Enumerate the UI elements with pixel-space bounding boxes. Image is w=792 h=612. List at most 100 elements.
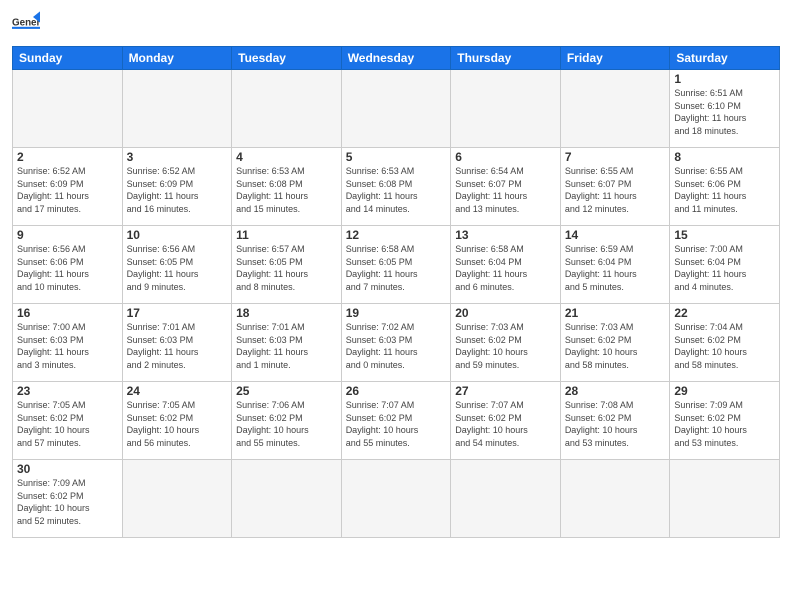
- day-info: Sunrise: 6:56 AM Sunset: 6:05 PM Dayligh…: [127, 243, 228, 293]
- day-number: 29: [674, 384, 775, 398]
- day-number: 11: [236, 228, 337, 242]
- day-info: Sunrise: 6:55 AM Sunset: 6:06 PM Dayligh…: [674, 165, 775, 215]
- day-info: Sunrise: 7:07 AM Sunset: 6:02 PM Dayligh…: [455, 399, 556, 449]
- day-number: 24: [127, 384, 228, 398]
- day-info: Sunrise: 7:00 AM Sunset: 6:03 PM Dayligh…: [17, 321, 118, 371]
- page: General SundayMondayTuesdayWednesdayThur…: [0, 0, 792, 612]
- day-number: 18: [236, 306, 337, 320]
- calendar-week-row: 30Sunrise: 7:09 AM Sunset: 6:02 PM Dayli…: [13, 460, 780, 538]
- calendar-cell: 18Sunrise: 7:01 AM Sunset: 6:03 PM Dayli…: [232, 304, 342, 382]
- day-info: Sunrise: 6:51 AM Sunset: 6:10 PM Dayligh…: [674, 87, 775, 137]
- day-info: Sunrise: 6:57 AM Sunset: 6:05 PM Dayligh…: [236, 243, 337, 293]
- day-info: Sunrise: 7:01 AM Sunset: 6:03 PM Dayligh…: [127, 321, 228, 371]
- calendar-cell: [122, 460, 232, 538]
- day-number: 6: [455, 150, 556, 164]
- calendar-cell: 27Sunrise: 7:07 AM Sunset: 6:02 PM Dayli…: [451, 382, 561, 460]
- day-info: Sunrise: 7:05 AM Sunset: 6:02 PM Dayligh…: [17, 399, 118, 449]
- day-number: 19: [346, 306, 447, 320]
- day-info: Sunrise: 7:03 AM Sunset: 6:02 PM Dayligh…: [565, 321, 666, 371]
- day-info: Sunrise: 7:09 AM Sunset: 6:02 PM Dayligh…: [17, 477, 118, 527]
- calendar-cell: 23Sunrise: 7:05 AM Sunset: 6:02 PM Dayli…: [13, 382, 123, 460]
- calendar-cell: 17Sunrise: 7:01 AM Sunset: 6:03 PM Dayli…: [122, 304, 232, 382]
- day-info: Sunrise: 7:04 AM Sunset: 6:02 PM Dayligh…: [674, 321, 775, 371]
- calendar-cell: 15Sunrise: 7:00 AM Sunset: 6:04 PM Dayli…: [670, 226, 780, 304]
- calendar-cell: 1Sunrise: 6:51 AM Sunset: 6:10 PM Daylig…: [670, 70, 780, 148]
- calendar-cell: [560, 460, 670, 538]
- calendar-cell: 11Sunrise: 6:57 AM Sunset: 6:05 PM Dayli…: [232, 226, 342, 304]
- day-info: Sunrise: 6:52 AM Sunset: 6:09 PM Dayligh…: [127, 165, 228, 215]
- logo-icon: General: [12, 10, 40, 38]
- calendar-cell: 30Sunrise: 7:09 AM Sunset: 6:02 PM Dayli…: [13, 460, 123, 538]
- calendar-cell: 2Sunrise: 6:52 AM Sunset: 6:09 PM Daylig…: [13, 148, 123, 226]
- calendar-cell: 20Sunrise: 7:03 AM Sunset: 6:02 PM Dayli…: [451, 304, 561, 382]
- day-info: Sunrise: 7:03 AM Sunset: 6:02 PM Dayligh…: [455, 321, 556, 371]
- day-header-thursday: Thursday: [451, 47, 561, 70]
- calendar-cell: 10Sunrise: 6:56 AM Sunset: 6:05 PM Dayli…: [122, 226, 232, 304]
- day-number: 5: [346, 150, 447, 164]
- calendar-cell: 12Sunrise: 6:58 AM Sunset: 6:05 PM Dayli…: [341, 226, 451, 304]
- day-number: 16: [17, 306, 118, 320]
- calendar-cell: 14Sunrise: 6:59 AM Sunset: 6:04 PM Dayli…: [560, 226, 670, 304]
- day-number: 21: [565, 306, 666, 320]
- day-number: 1: [674, 72, 775, 86]
- day-header-wednesday: Wednesday: [341, 47, 451, 70]
- calendar-cell: 6Sunrise: 6:54 AM Sunset: 6:07 PM Daylig…: [451, 148, 561, 226]
- day-info: Sunrise: 6:58 AM Sunset: 6:05 PM Dayligh…: [346, 243, 447, 293]
- day-info: Sunrise: 7:05 AM Sunset: 6:02 PM Dayligh…: [127, 399, 228, 449]
- day-number: 14: [565, 228, 666, 242]
- calendar-cell: 26Sunrise: 7:07 AM Sunset: 6:02 PM Dayli…: [341, 382, 451, 460]
- day-info: Sunrise: 6:52 AM Sunset: 6:09 PM Dayligh…: [17, 165, 118, 215]
- header: General: [12, 10, 780, 38]
- day-number: 9: [17, 228, 118, 242]
- day-header-monday: Monday: [122, 47, 232, 70]
- calendar-cell: 5Sunrise: 6:53 AM Sunset: 6:08 PM Daylig…: [341, 148, 451, 226]
- day-number: 25: [236, 384, 337, 398]
- calendar-cell: [232, 460, 342, 538]
- calendar-cell: 13Sunrise: 6:58 AM Sunset: 6:04 PM Dayli…: [451, 226, 561, 304]
- day-info: Sunrise: 7:06 AM Sunset: 6:02 PM Dayligh…: [236, 399, 337, 449]
- day-info: Sunrise: 6:54 AM Sunset: 6:07 PM Dayligh…: [455, 165, 556, 215]
- calendar-cell: [451, 460, 561, 538]
- day-number: 12: [346, 228, 447, 242]
- day-number: 20: [455, 306, 556, 320]
- day-info: Sunrise: 7:00 AM Sunset: 6:04 PM Dayligh…: [674, 243, 775, 293]
- calendar-week-row: 16Sunrise: 7:00 AM Sunset: 6:03 PM Dayli…: [13, 304, 780, 382]
- calendar-cell: [232, 70, 342, 148]
- day-number: 2: [17, 150, 118, 164]
- day-header-sunday: Sunday: [13, 47, 123, 70]
- calendar: SundayMondayTuesdayWednesdayThursdayFrid…: [12, 46, 780, 538]
- calendar-cell: 24Sunrise: 7:05 AM Sunset: 6:02 PM Dayli…: [122, 382, 232, 460]
- day-number: 17: [127, 306, 228, 320]
- calendar-cell: [451, 70, 561, 148]
- calendar-cell: [560, 70, 670, 148]
- calendar-cell: 9Sunrise: 6:56 AM Sunset: 6:06 PM Daylig…: [13, 226, 123, 304]
- calendar-header-row: SundayMondayTuesdayWednesdayThursdayFrid…: [13, 47, 780, 70]
- day-info: Sunrise: 6:56 AM Sunset: 6:06 PM Dayligh…: [17, 243, 118, 293]
- day-number: 7: [565, 150, 666, 164]
- calendar-cell: 29Sunrise: 7:09 AM Sunset: 6:02 PM Dayli…: [670, 382, 780, 460]
- calendar-week-row: 9Sunrise: 6:56 AM Sunset: 6:06 PM Daylig…: [13, 226, 780, 304]
- calendar-cell: 22Sunrise: 7:04 AM Sunset: 6:02 PM Dayli…: [670, 304, 780, 382]
- day-number: 30: [17, 462, 118, 476]
- calendar-cell: [670, 460, 780, 538]
- day-number: 10: [127, 228, 228, 242]
- calendar-cell: 3Sunrise: 6:52 AM Sunset: 6:09 PM Daylig…: [122, 148, 232, 226]
- calendar-cell: [341, 70, 451, 148]
- day-info: Sunrise: 6:53 AM Sunset: 6:08 PM Dayligh…: [236, 165, 337, 215]
- calendar-cell: 4Sunrise: 6:53 AM Sunset: 6:08 PM Daylig…: [232, 148, 342, 226]
- day-info: Sunrise: 6:53 AM Sunset: 6:08 PM Dayligh…: [346, 165, 447, 215]
- calendar-week-row: 1Sunrise: 6:51 AM Sunset: 6:10 PM Daylig…: [13, 70, 780, 148]
- day-header-tuesday: Tuesday: [232, 47, 342, 70]
- calendar-cell: 28Sunrise: 7:08 AM Sunset: 6:02 PM Dayli…: [560, 382, 670, 460]
- calendar-cell: 8Sunrise: 6:55 AM Sunset: 6:06 PM Daylig…: [670, 148, 780, 226]
- day-info: Sunrise: 7:01 AM Sunset: 6:03 PM Dayligh…: [236, 321, 337, 371]
- calendar-cell: 16Sunrise: 7:00 AM Sunset: 6:03 PM Dayli…: [13, 304, 123, 382]
- calendar-cell: [122, 70, 232, 148]
- day-number: 28: [565, 384, 666, 398]
- day-number: 27: [455, 384, 556, 398]
- day-info: Sunrise: 6:58 AM Sunset: 6:04 PM Dayligh…: [455, 243, 556, 293]
- calendar-cell: 19Sunrise: 7:02 AM Sunset: 6:03 PM Dayli…: [341, 304, 451, 382]
- day-number: 23: [17, 384, 118, 398]
- day-number: 13: [455, 228, 556, 242]
- day-header-friday: Friday: [560, 47, 670, 70]
